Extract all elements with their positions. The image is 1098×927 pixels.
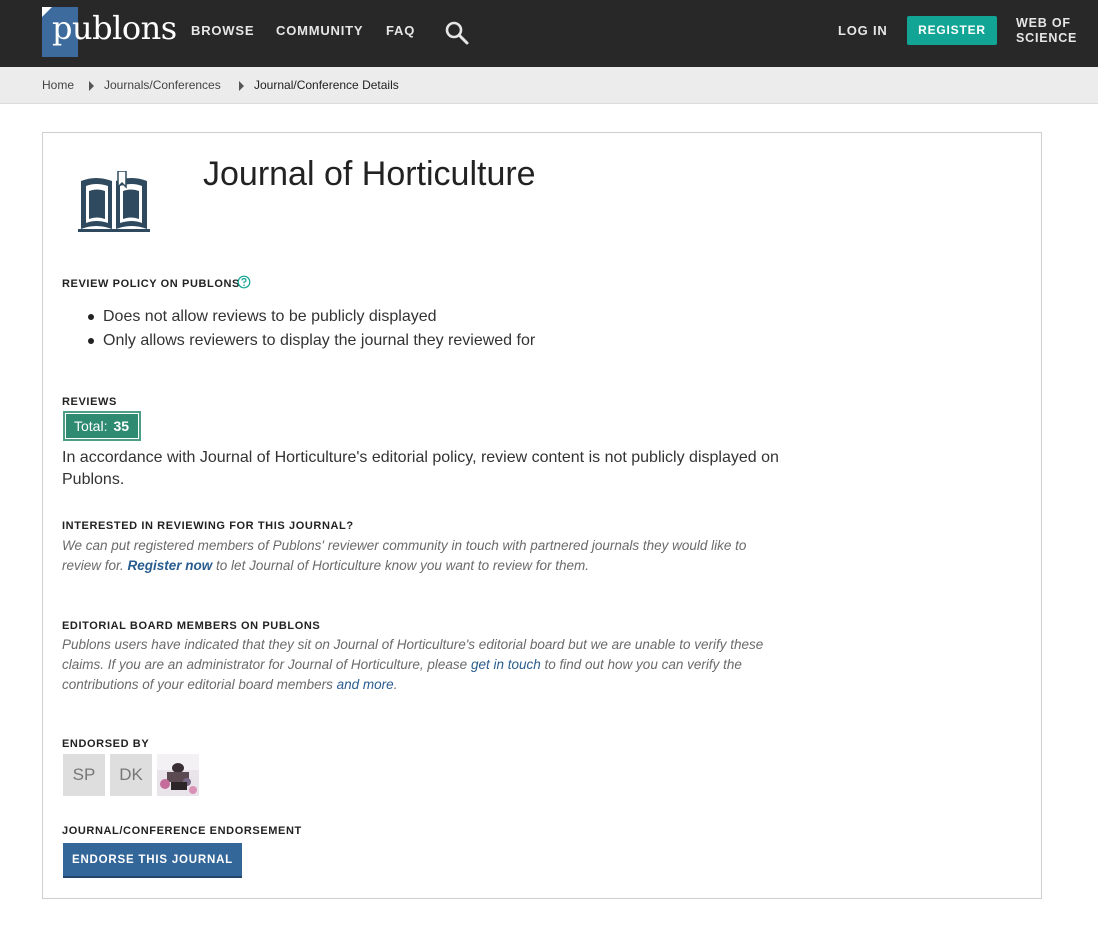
reviews-note: In accordance with Journal of Horticultu… — [62, 449, 779, 488]
endorse-journal-button[interactable]: ENDORSE THIS JOURNAL — [63, 843, 242, 878]
wos-line-2: SCIENCE — [1016, 31, 1078, 45]
journal-card: Journal of Horticulture REVIEW POLICY ON… — [42, 132, 1042, 899]
interested-text: We can put registered members of Publons… — [62, 538, 747, 573]
help-question-icon[interactable] — [237, 275, 251, 289]
avatar[interactable]: SP — [63, 754, 105, 796]
total-label: Total: — [74, 418, 108, 434]
login-link[interactable]: LOG IN — [838, 23, 888, 38]
web-of-science-link[interactable]: WEB OF SCIENCE — [1016, 16, 1086, 46]
register-button[interactable]: REGISTER — [907, 16, 997, 45]
nav-faq[interactable]: FAQ — [386, 23, 415, 38]
reviews-heading: REVIEWS — [62, 396, 117, 408]
journal-title: Journal of Horticulture — [203, 155, 536, 193]
editorial-heading: EDITORIAL BOARD MEMBERS ON PUBLONS — [62, 620, 321, 632]
search-icon[interactable] — [444, 20, 470, 46]
list-item: Only allows reviewers to display the jou… — [88, 331, 535, 355]
register-now-link[interactable]: Register now — [128, 558, 213, 573]
endorsement-heading: JOURNAL/CONFERENCE ENDORSEMENT — [62, 825, 302, 837]
breadcrumb-journals[interactable]: Journals/Conferences — [104, 78, 221, 92]
breadcrumb-current: Journal/Conference Details — [254, 78, 399, 92]
nav-browse[interactable]: BROWSE — [191, 23, 254, 38]
reviews-total-badge: Total: 35 — [63, 411, 141, 441]
and-more-link[interactable]: and more — [337, 677, 394, 692]
editorial-text: Publons users have indicated that they s… — [62, 637, 764, 692]
endorsed-by-heading: ENDORSED BY — [62, 738, 150, 750]
publons-logo[interactable]: publons — [42, 7, 177, 57]
avatar[interactable]: DK — [110, 754, 152, 796]
list-item: Does not allow reviews to be publicly di… — [88, 307, 535, 331]
chevron-right-icon — [239, 81, 244, 91]
logo-text: publons — [52, 9, 177, 47]
total-value: 35 — [113, 418, 130, 434]
nav-community[interactable]: COMMUNITY — [276, 23, 363, 38]
breadcrumb: Home Journals/Conferences Journal/Confer… — [0, 67, 1098, 104]
review-policy-heading: REVIEW POLICY ON PUBLONS — [62, 278, 240, 290]
avatar-photo[interactable] — [157, 754, 199, 796]
interested-heading: INTERESTED IN REVIEWING FOR THIS JOURNAL… — [62, 520, 354, 532]
review-policy-list: Does not allow reviews to be publicly di… — [88, 307, 535, 355]
top-nav-bar: publons BROWSE COMMUNITY FAQ LOG IN REGI… — [0, 0, 1098, 67]
open-book-icon — [78, 171, 150, 232]
wos-line-1: WEB OF — [1016, 16, 1071, 30]
chevron-right-icon — [89, 81, 94, 91]
breadcrumb-home[interactable]: Home — [42, 78, 74, 92]
get-in-touch-link[interactable]: get in touch — [471, 657, 541, 672]
